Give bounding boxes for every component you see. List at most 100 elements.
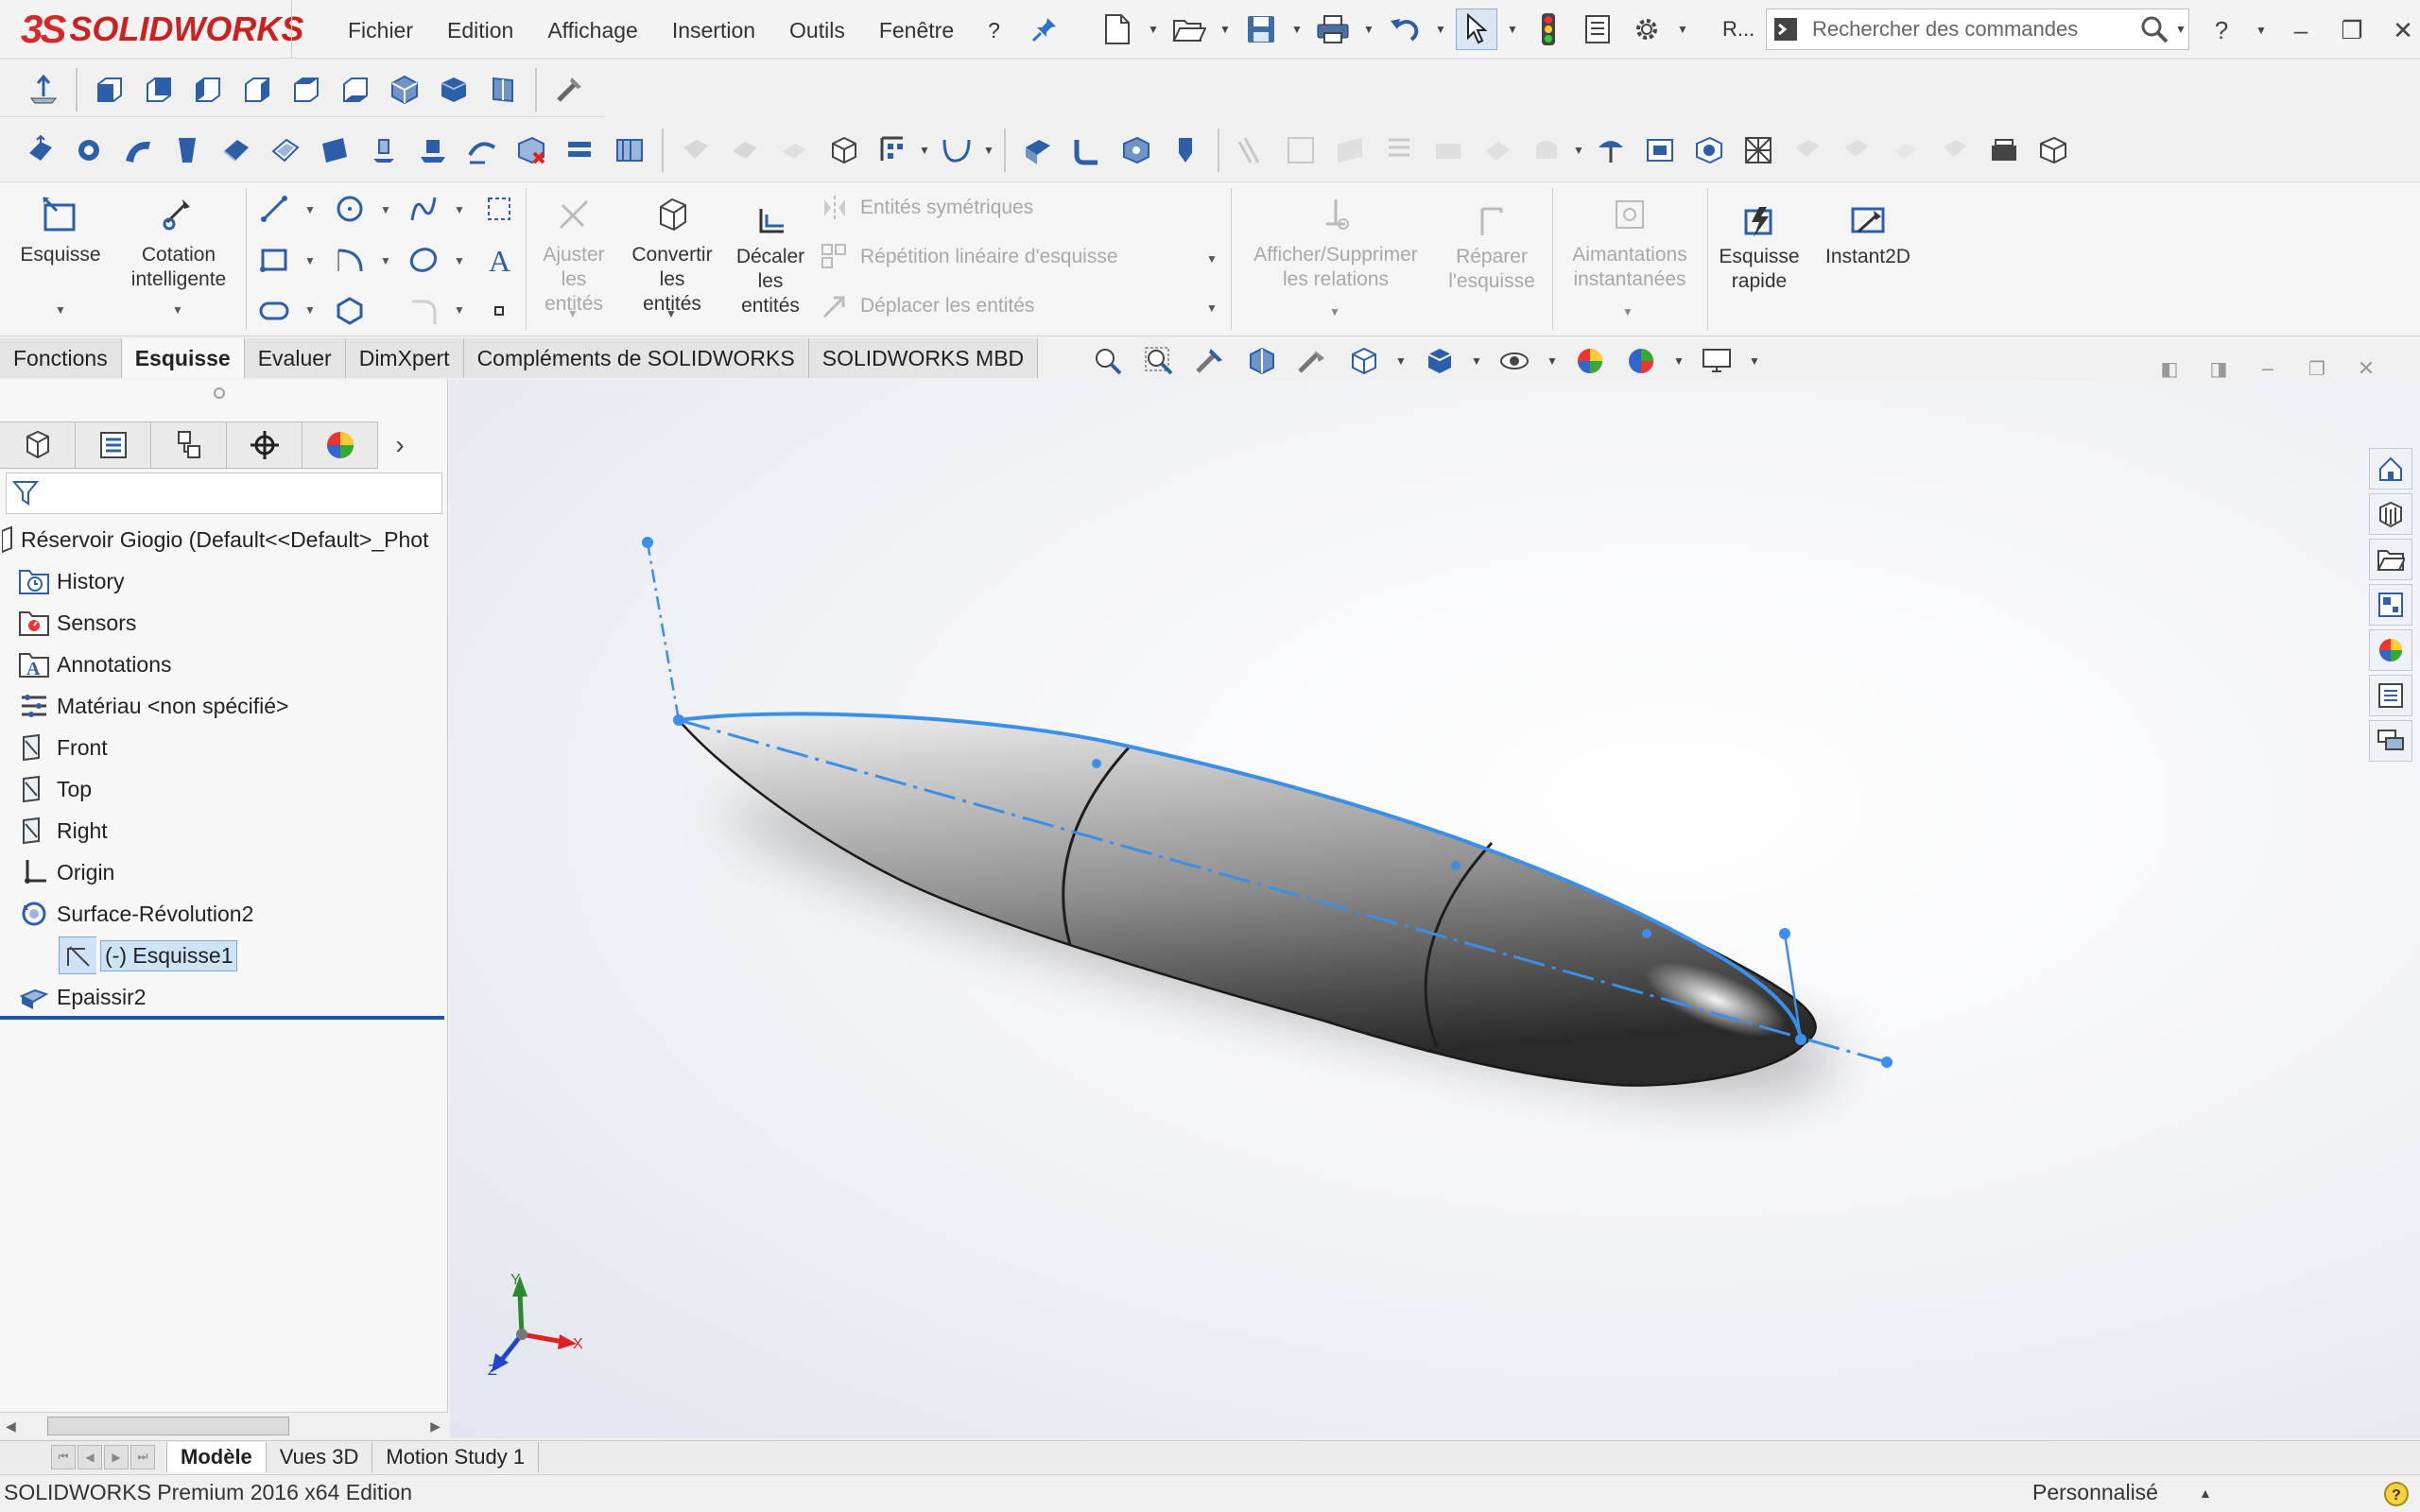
design-library-icon[interactable] — [2369, 493, 2412, 535]
tab-dimxpert[interactable]: DimXpert — [345, 338, 464, 378]
chevron-down-icon[interactable]: ▼ — [1622, 305, 1634, 318]
planar-surface-icon[interactable] — [310, 126, 359, 175]
chevron-down-icon[interactable]: ▼ — [1433, 9, 1448, 50]
next-tab-icon[interactable]: ▶ — [104, 1444, 129, 1469]
filter-icon[interactable] — [7, 474, 44, 512]
panel-grip-icon[interactable] — [214, 387, 225, 399]
linear-pattern-sketch-button[interactable]: Répétition linéaire d'esquisse — [821, 243, 1118, 271]
zoom-to-area-icon[interactable] — [1138, 340, 1180, 382]
tree-item-material[interactable]: Matériau <non spécifié> — [15, 686, 289, 726]
feature-manager-tab[interactable] — [0, 421, 76, 469]
tree-root[interactable]: Réservoir Giogio (Default<<Default>_Phot — [0, 520, 429, 559]
display-relations-button[interactable]: Afficher/Supprimer les relations — [1238, 190, 1433, 292]
view-settings-icon[interactable] — [1696, 340, 1737, 382]
swept-boss-icon[interactable] — [113, 126, 163, 175]
gear-icon[interactable] — [1626, 9, 1668, 50]
shell-icon[interactable] — [819, 126, 868, 175]
tab-fonctions[interactable]: Fonctions — [0, 338, 122, 378]
view-back-icon[interactable] — [134, 65, 183, 114]
chevron-down-icon[interactable]: ▼ — [304, 303, 316, 317]
search-input[interactable]: Rechercher des commandes — [1805, 17, 2135, 42]
chevron-down-icon[interactable]: ▼ — [454, 203, 465, 216]
menu-edition[interactable]: Edition — [430, 9, 530, 51]
extruded-surface-icon[interactable] — [261, 126, 310, 175]
tab-vues-3d[interactable]: Vues 3D — [267, 1441, 373, 1472]
fillet-sketch-icon[interactable] — [405, 292, 442, 330]
property-manager-tab[interactable] — [76, 421, 151, 469]
tree-item-surface-revolve[interactable]: Surface-Révolution2 — [15, 894, 253, 934]
draft-analysis-icon[interactable] — [1832, 126, 1881, 175]
boundary-boss-icon[interactable] — [212, 126, 261, 175]
chevron-down-icon[interactable]: ▼ — [172, 303, 183, 317]
tree-item-epaissir2[interactable]: Epaissir2 — [15, 977, 147, 1017]
menu-outils[interactable]: Outils — [772, 9, 862, 51]
scroll-left-icon[interactable]: ◀ — [6, 1418, 16, 1435]
chevron-down-icon[interactable]: ▼ — [304, 203, 316, 216]
section-view-icon[interactable] — [1240, 340, 1282, 382]
cavity-icon[interactable] — [2029, 126, 2078, 175]
chevron-down-icon[interactable]: ▼ — [2254, 9, 2269, 51]
mirror-entities-button[interactable]: Entités symétriques — [821, 194, 1033, 222]
restore-icon[interactable]: ❐ — [2333, 11, 2371, 49]
weld-bead-icon[interactable] — [1473, 126, 1522, 175]
display-style-icon[interactable] — [1418, 340, 1460, 382]
base-flange-icon[interactable] — [1112, 126, 1161, 175]
mold-tools-icon[interactable] — [1522, 126, 1571, 175]
trim-extend-icon[interactable] — [1325, 126, 1374, 175]
configuration-manager-tab[interactable] — [151, 421, 227, 469]
tree-filter[interactable] — [6, 472, 442, 514]
model-view[interactable] — [450, 380, 2420, 1438]
tooling-split-icon[interactable] — [1734, 126, 1783, 175]
gusset-icon[interactable] — [1424, 126, 1473, 175]
rapid-sketch-button[interactable]: Esquisse rapide — [1713, 203, 1806, 294]
graphics-area[interactable]: Y X Z — [450, 380, 2420, 1438]
undercut-analysis-icon[interactable] — [1881, 126, 1930, 175]
tab-evaluer[interactable]: Evaluer — [244, 338, 346, 378]
sketch-point[interactable] — [673, 714, 684, 726]
point-icon[interactable] — [480, 292, 518, 330]
smart-dimension-button[interactable]: Cotation intelligente — [117, 190, 240, 292]
dynamic-annotation-icon[interactable] — [1291, 340, 1333, 382]
shut-off-surfaces-icon[interactable] — [1635, 126, 1685, 175]
chevron-up-icon[interactable]: ▲ — [2199, 1486, 2212, 1501]
parting-surface-icon[interactable] — [1685, 126, 1734, 175]
search-icon[interactable] — [2135, 9, 2173, 49]
chevron-down-icon[interactable]: ▼ — [1289, 9, 1305, 50]
prev-tab-icon[interactable]: ◀ — [78, 1444, 102, 1469]
chevron-down-icon[interactable]: ▼ — [380, 203, 391, 216]
chevron-right-icon[interactable]: › — [378, 421, 422, 469]
quick-tips-icon[interactable]: ? — [2382, 1480, 2411, 1512]
recent-label[interactable]: R... — [1722, 17, 1754, 42]
appearances-icon[interactable] — [2369, 629, 2412, 671]
unit-system-selector[interactable]: Personnalisé — [2032, 1480, 2158, 1505]
new-document-icon[interactable] — [1097, 9, 1138, 50]
offset-surface-icon[interactable] — [359, 126, 408, 175]
view-bottom-icon[interactable] — [331, 65, 380, 114]
instant2d-button[interactable]: Instant2D — [1813, 203, 1923, 269]
chevron-down-icon[interactable]: ▼ — [1469, 340, 1484, 382]
revolved-boss-icon[interactable] — [64, 126, 113, 175]
command-search[interactable]: Rechercher des commandes ▼ — [1766, 9, 2189, 50]
display-manager-tab[interactable] — [302, 421, 378, 469]
tab-motion-study[interactable]: Motion Study 1 — [372, 1441, 540, 1472]
sketched-bend-icon[interactable] — [1161, 126, 1210, 175]
lofted-boss-icon[interactable] — [163, 126, 212, 175]
quick-snaps-button[interactable]: Aimantations instantanées — [1558, 190, 1702, 292]
last-tab-icon[interactable]: ⏭ — [130, 1444, 155, 1469]
chevron-down-icon[interactable]: ▼ — [1206, 301, 1218, 315]
tangent-handle-start[interactable] — [646, 541, 681, 721]
chevron-down-icon[interactable]: ▼ — [380, 254, 391, 267]
end-cap-icon[interactable] — [1374, 126, 1424, 175]
minimize-icon[interactable]: – — [2254, 354, 2282, 383]
sketch-point[interactable] — [1779, 928, 1790, 939]
move-entities-button[interactable]: Déplacer les entités — [821, 292, 1034, 320]
undo-icon[interactable] — [1384, 9, 1426, 50]
view-dimetric-icon[interactable] — [478, 65, 527, 114]
scale-icon[interactable] — [1930, 126, 1979, 175]
ruled-surface-icon[interactable] — [408, 126, 458, 175]
previous-view-icon[interactable] — [1189, 340, 1231, 382]
normal-to-icon[interactable] — [19, 65, 68, 114]
sheet-metal-icon[interactable] — [1013, 126, 1063, 175]
rectangle-icon[interactable] — [255, 241, 293, 279]
forum-icon[interactable] — [2369, 720, 2412, 762]
